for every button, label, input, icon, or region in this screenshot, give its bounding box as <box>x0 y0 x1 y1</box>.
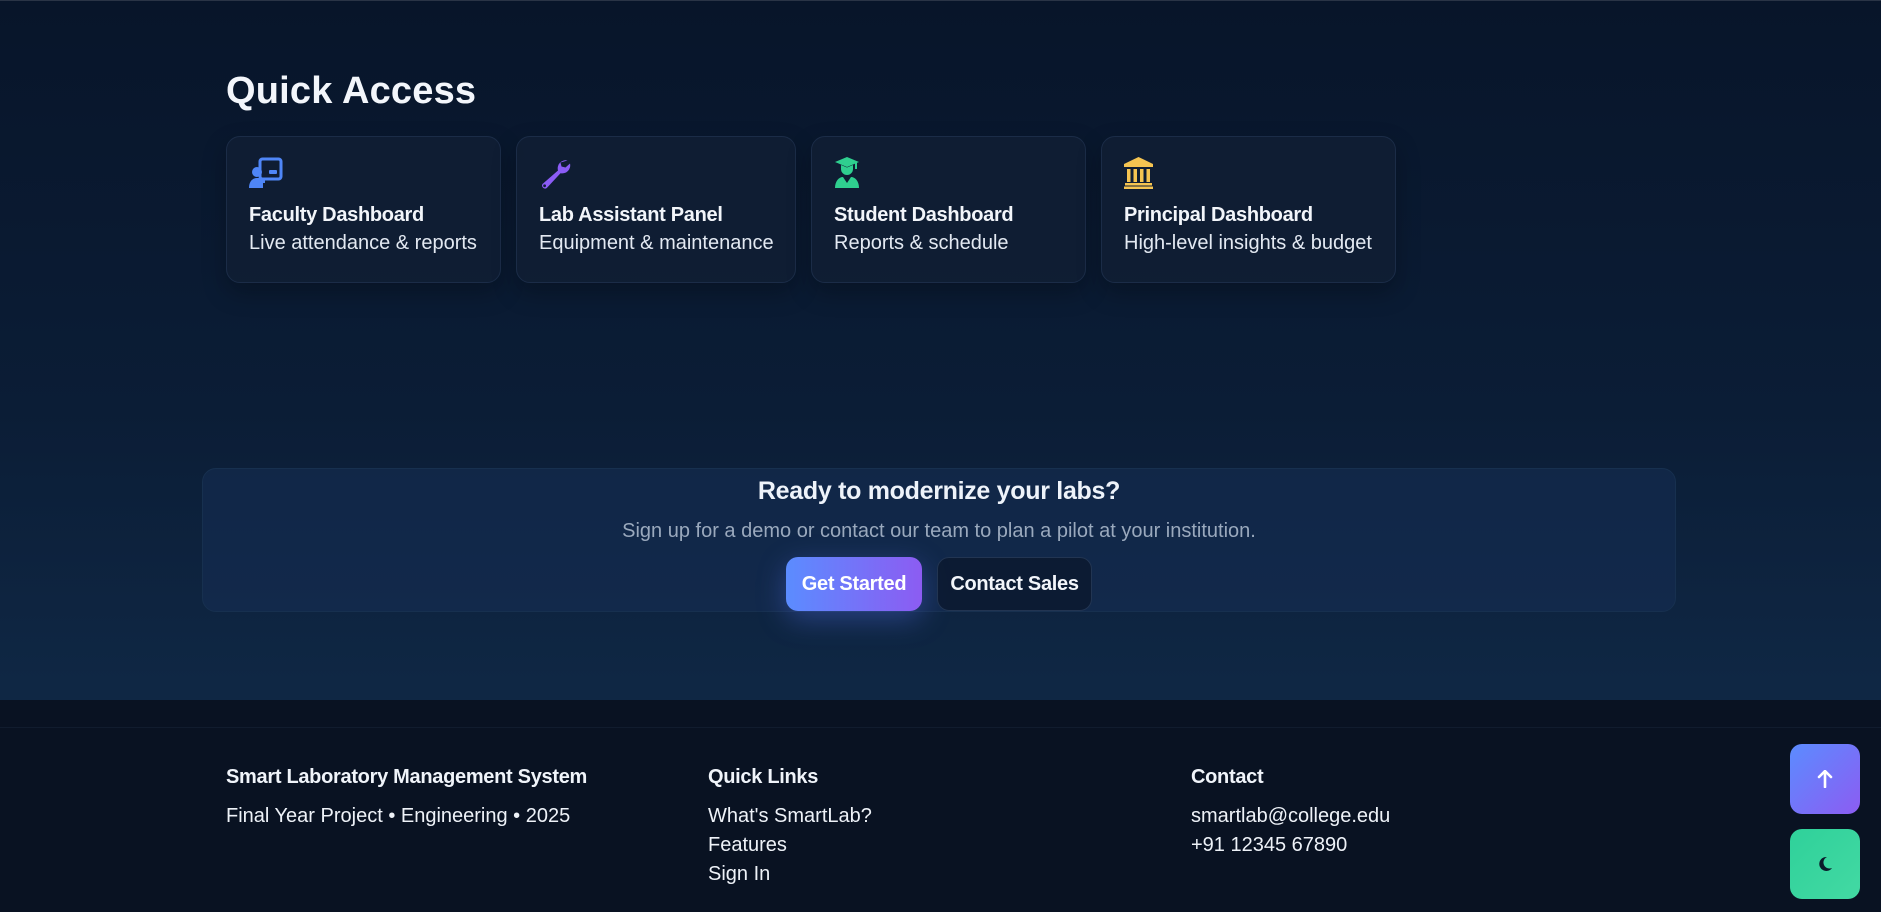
card-title: Lab Assistant Panel <box>539 204 723 226</box>
footer-contact-title: Contact <box>1191 766 1264 788</box>
theme-toggle-button[interactable] <box>1790 829 1860 899</box>
card-title: Faculty Dashboard <box>249 204 424 226</box>
footer-about: Smart Laboratory Management System Final… <box>226 764 587 831</box>
arrow-up-icon <box>1817 770 1833 788</box>
graduate-student-icon <box>835 157 859 188</box>
chalkboard-teacher-icon <box>249 157 283 188</box>
cta-subtitle: Sign up for a demo or contact our team t… <box>622 520 1256 542</box>
footer-divider <box>0 727 1881 728</box>
scroll-to-top-button[interactable] <box>1790 744 1860 814</box>
card-subtitle: Reports & schedule <box>834 232 1009 254</box>
card-subtitle: Live attendance & reports <box>249 232 477 254</box>
footer-links-title: Quick Links <box>708 766 819 788</box>
faculty-dashboard-card[interactable]: Faculty Dashboard Live attendance & repo… <box>226 136 501 283</box>
cta-buttons: Get Started Contact Sales <box>203 557 1675 611</box>
footer-contact: Contact smartlab@college.edu +91 12345 6… <box>1191 764 1390 860</box>
contact-phone: +91 12345 67890 <box>1191 834 1348 856</box>
get-started-button[interactable]: Get Started <box>786 557 922 611</box>
student-dashboard-card[interactable]: Student Dashboard Reports & schedule <box>811 136 1086 283</box>
principal-dashboard-card[interactable]: Principal Dashboard High-level insights … <box>1101 136 1396 283</box>
footer-about-title: Smart Laboratory Management System <box>226 766 588 788</box>
card-subtitle: Equipment & maintenance <box>539 232 774 254</box>
lab-assistant-panel-card[interactable]: Lab Assistant Panel Equipment & maintena… <box>516 136 796 283</box>
bank-building-icon <box>1124 157 1153 189</box>
footer: Smart Laboratory Management System Final… <box>0 700 1881 912</box>
cta-title: Ready to modernize your labs? <box>757 477 1121 505</box>
footer-link-features[interactable]: Features <box>708 831 872 860</box>
card-subtitle: High-level insights & budget <box>1124 232 1372 254</box>
card-title: Student Dashboard <box>834 204 1014 226</box>
cta-banner: Ready to modernize your labs? Sign up fo… <box>202 468 1676 612</box>
footer-link-whats-smartlab[interactable]: What's SmartLab? <box>708 802 872 831</box>
footer-about-line: Final Year Project • Engineering • 2025 <box>226 805 571 827</box>
footer-link-sign-in[interactable]: Sign In <box>708 860 872 889</box>
contact-email-link[interactable]: smartlab@college.edu <box>1191 802 1390 831</box>
quick-access-title: Quick Access <box>226 70 477 112</box>
quick-access-cards: Faculty Dashboard Live attendance & repo… <box>226 136 1396 283</box>
moon-icon <box>1819 856 1832 871</box>
contact-sales-button[interactable]: Contact Sales <box>937 557 1092 611</box>
card-title: Principal Dashboard <box>1124 204 1313 226</box>
footer-quick-links: Quick Links What's SmartLab? Features Si… <box>708 764 872 889</box>
top-divider <box>0 0 1881 1</box>
page: Quick Access Faculty Dashboard Live atte… <box>0 0 1881 912</box>
wrench-icon <box>542 160 571 189</box>
